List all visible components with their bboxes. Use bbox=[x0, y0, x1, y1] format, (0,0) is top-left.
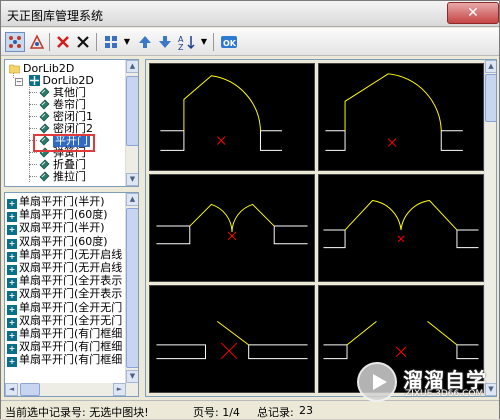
block-icon: + bbox=[7, 357, 17, 368]
toolbar: ▼ AZ ▼ OK bbox=[1, 28, 499, 56]
door-icon bbox=[39, 171, 50, 182]
status-total: 23 bbox=[299, 404, 313, 417]
status-current-record: 当前选中记录号: 无选中图块! bbox=[5, 406, 149, 419]
preview-thumb[interactable] bbox=[149, 174, 315, 282]
preview-scroll-up-icon[interactable]: ▲ bbox=[485, 60, 496, 73]
list-item-label: 双扇平开门(全开表示 bbox=[19, 287, 123, 301]
door-icon bbox=[39, 87, 50, 98]
grid-dropdown-icon[interactable]: ▼ bbox=[122, 32, 132, 52]
svg-text:OK: OK bbox=[223, 39, 237, 48]
list-item[interactable]: + 单扇平开门(有门框细 bbox=[7, 327, 123, 341]
list-item-label: 双扇平开门(全开无门 bbox=[19, 313, 123, 327]
list-item-label: 单扇平开门(全开表示 bbox=[19, 274, 123, 288]
door-icon bbox=[39, 123, 50, 134]
preview-thumb[interactable] bbox=[318, 63, 484, 171]
selection-highlight-box bbox=[33, 134, 95, 152]
svg-text:Z: Z bbox=[178, 43, 184, 50]
arrow-down-icon[interactable] bbox=[155, 32, 175, 52]
list-hscroll-thumb[interactable] bbox=[20, 383, 40, 396]
tree-item-8[interactable]: 推拉门 bbox=[39, 170, 86, 183]
list-scroll-right-icon[interactable]: ► bbox=[113, 383, 126, 396]
list-item[interactable]: + 双扇平开门(有门框细 bbox=[7, 340, 123, 355]
library-window: 天正图库管理系统 ✕ ▼ AZ ▼ OK DorLib2D − DorLib2D… bbox=[0, 0, 500, 419]
preview-thumb[interactable] bbox=[149, 285, 315, 393]
scroll-up-icon[interactable]: ▲ bbox=[126, 60, 138, 73]
list-item[interactable]: + 单扇平开门(全开无门 bbox=[7, 300, 123, 315]
shape-icon[interactable] bbox=[27, 32, 47, 52]
folder-icon bbox=[8, 63, 21, 74]
list-item[interactable]: + 双扇平开门(无开启线 bbox=[7, 261, 123, 275]
list-item[interactable]: + 单扇平开门(半开) bbox=[7, 195, 105, 209]
library-icon bbox=[28, 75, 40, 86]
preview-thumb[interactable] bbox=[318, 174, 484, 282]
list-scroll-up-icon[interactable]: ▲ bbox=[126, 193, 138, 206]
list-item-label: 单扇平开门(有门框细 bbox=[19, 353, 123, 367]
sort-az-icon[interactable]: AZ bbox=[177, 32, 197, 52]
delete-red-icon[interactable] bbox=[53, 32, 73, 52]
list-item-label: 双扇平开门(半开) bbox=[19, 221, 105, 235]
tree-item-label: 推拉门 bbox=[53, 170, 86, 183]
preview-scrollbar[interactable]: ▲ ▼ bbox=[484, 60, 496, 396]
preview-thumb[interactable] bbox=[149, 63, 315, 171]
list-item[interactable]: + 单扇平开门(60度) bbox=[7, 208, 108, 223]
door-icon bbox=[39, 159, 50, 170]
door-icon bbox=[39, 99, 50, 110]
status-total-label: 总记录: bbox=[257, 406, 294, 419]
list-scroll-left-icon[interactable]: ◄ bbox=[5, 383, 18, 396]
door-icon bbox=[39, 111, 50, 122]
preview-grid: ▲ ▼ bbox=[145, 59, 497, 397]
scroll-down-icon[interactable]: ▼ bbox=[126, 173, 138, 186]
preview-scroll-thumb[interactable] bbox=[485, 74, 496, 122]
list-item-label: 单扇平开门(无开启线 bbox=[19, 247, 123, 261]
list-item[interactable]: + 单扇平开门(有门框细 bbox=[7, 353, 123, 368]
list-item[interactable]: + 单扇平开门(无开启线 bbox=[7, 247, 123, 262]
window-title: 天正图库管理系统 bbox=[7, 9, 104, 23]
list-item[interactable]: + 双扇平开门(60度) bbox=[7, 234, 108, 249]
tree-scroll-thumb[interactable] bbox=[126, 76, 138, 146]
ok-icon[interactable]: OK bbox=[219, 32, 239, 52]
list-scroll-down-icon[interactable]: ▼ bbox=[126, 370, 138, 383]
title-bar[interactable]: 天正图库管理系统 ✕ bbox=[1, 1, 499, 27]
view-mode-icon[interactable] bbox=[5, 32, 25, 52]
list-scrollbar[interactable]: ▲ ▼ bbox=[125, 193, 138, 396]
grid-view-icon[interactable] bbox=[101, 32, 121, 52]
list-item-label: 双扇平开门(有门框细 bbox=[19, 340, 123, 354]
category-tree: DorLib2D − DorLib2D 其他门 卷帘门 密闭门1 密闭门2 平开门 弹簧门… bbox=[4, 59, 139, 187]
list-item[interactable]: + 单扇平开门(全开表示 bbox=[7, 274, 123, 289]
block-list: + 单扇平开门(半开) + 单扇平开门(60度) + 双扇平开门(半开) + 双扇平开门(60… bbox=[4, 192, 139, 397]
sort-dropdown-icon[interactable]: ▼ bbox=[199, 32, 209, 52]
status-page: 页号: 1/4 bbox=[193, 406, 240, 419]
list-hscrollbar[interactable]: ◄ ► bbox=[5, 383, 126, 396]
list-item-label: 双扇平开门(无开启线 bbox=[19, 261, 123, 274]
list-item-label: 单扇平开门(半开) bbox=[19, 195, 105, 208]
watermark-subtitle: ZIXUE.3D66.COM bbox=[405, 389, 484, 399]
list-item-label: 单扇平开门(有门框细 bbox=[19, 327, 123, 340]
arrow-up-icon[interactable] bbox=[135, 32, 155, 52]
list-scroll-thumb[interactable] bbox=[126, 208, 138, 368]
list-item[interactable]: + 双扇平开门(全开无门 bbox=[7, 313, 123, 328]
list-item-label: 单扇平开门(60度) bbox=[19, 208, 108, 222]
watermark: 溜溜自学 ZIXUE.3D66.COM bbox=[357, 362, 497, 406]
delete-black-icon[interactable] bbox=[73, 32, 93, 52]
list-item[interactable]: + 双扇平开门(半开) bbox=[7, 221, 105, 236]
list-item-label: 双扇平开门(60度) bbox=[19, 234, 108, 248]
list-item-label: 单扇平开门(全开无门 bbox=[19, 300, 123, 314]
close-button[interactable]: ✕ bbox=[447, 2, 499, 24]
list-item[interactable]: + 双扇平开门(全开表示 bbox=[7, 287, 123, 302]
collapse-icon[interactable]: − bbox=[15, 78, 23, 86]
watermark-logo-icon bbox=[357, 362, 397, 402]
tree-scrollbar[interactable]: ▲ ▼ bbox=[125, 60, 138, 186]
